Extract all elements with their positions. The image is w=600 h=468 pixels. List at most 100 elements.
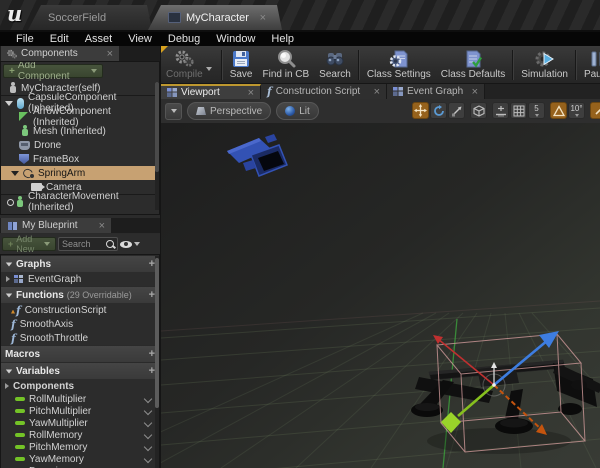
chevron-down-icon [91,69,97,73]
menu-debug[interactable]: Debug [160,32,208,46]
function-icon: f [11,304,21,317]
rotate-tool-button[interactable] [430,102,447,119]
rotation-snap-button[interactable] [550,102,567,119]
menu-edit[interactable]: Edit [42,32,77,46]
components-scrollbar[interactable] [155,82,159,210]
close-icon[interactable] [248,88,254,98]
menu-file[interactable]: File [8,32,42,46]
search-input[interactable] [59,239,106,249]
surface-snap-button[interactable] [492,102,509,119]
chevron-down-icon[interactable] [144,443,152,451]
variable-yawmemory[interactable]: YawMemory [1,453,159,465]
scale-icon [451,105,463,117]
add-new-button[interactable]: + Add New [2,237,56,251]
chevron-down-icon [171,109,177,113]
expand-arrow-icon[interactable] [11,171,19,176]
tree-item-framebox[interactable]: FrameBox [1,152,159,166]
world-coordinate-button[interactable] [470,102,487,119]
expand-arrow-icon[interactable] [5,101,13,106]
tab-components[interactable]: Components [1,46,119,61]
float-pin-icon [15,457,25,461]
menu-asset[interactable]: Asset [77,32,121,46]
section-functions[interactable]: Functions (29 Overridable) + [1,286,159,303]
pause-button[interactable]: Pause [579,47,600,82]
close-icon[interactable] [260,13,266,23]
tab-event-graph[interactable]: Event Graph [387,84,485,99]
grid-snap-value-button[interactable]: 5 [528,102,545,119]
list-item-eventgraph[interactable]: EventGraph [1,272,159,286]
function-icon: f [11,332,16,345]
lit-button[interactable]: Lit [276,102,319,120]
chevron-down-icon[interactable] [144,455,152,463]
viewport-background[interactable] [161,123,600,468]
viewport-options-button[interactable] [165,103,182,120]
menu-help[interactable]: Help [263,32,302,46]
compile-button[interactable]: Compile [161,47,219,82]
section-variables[interactable]: Variables + [1,362,159,379]
list-item-smoothaxis[interactable]: f SmoothAxis [1,317,159,331]
components-icon [7,49,17,59]
class-settings-button[interactable]: Class Settings [362,47,436,82]
move-tool-button[interactable] [412,102,429,119]
menu-window[interactable]: Window [208,32,263,46]
visibility-filter-button[interactable] [120,241,140,248]
category-components[interactable]: Components [1,379,159,393]
tree-item-arrowcomponent[interactable]: ArrowComponent (Inherited) [1,110,159,124]
rotation-snap-value-button[interactable]: 10° [568,102,585,119]
event-graph-icon [14,275,24,284]
myblueprint-scrollbar[interactable] [155,256,159,468]
scale-snap-button[interactable] [590,102,600,119]
tab-my-blueprint[interactable]: My Blueprint [1,218,111,233]
viewport-icon [167,88,177,97]
tab-viewport[interactable]: Viewport [161,84,261,99]
doc-tab-mycharacter[interactable]: MyCharacter [148,5,282,30]
variable-rollmultiplier[interactable]: RollMultiplier [1,393,159,405]
unreal-editor-window: u SoccerField MyCharacter File Edit Asse… [0,0,600,468]
variable-pitchmultiplier[interactable]: PitchMultiplier [1,405,159,417]
chevron-down-icon[interactable] [206,67,212,71]
chevron-down-icon[interactable] [144,407,152,415]
variable-pitchmemory[interactable]: PitchMemory [1,441,159,453]
chevron-down-icon [575,114,579,117]
section-macros[interactable]: Macros + [1,345,159,362]
cube-icon [473,105,485,117]
variable-rollmemory[interactable]: RollMemory [1,429,159,441]
grid-snap-button[interactable] [510,102,527,119]
scale-tool-button[interactable] [448,102,465,119]
close-icon[interactable] [374,87,380,97]
blueprint-doc-icon [168,12,181,23]
chevron-down-icon[interactable] [144,431,152,439]
chevron-down-icon[interactable] [144,419,152,427]
doc-tab-soccerfield[interactable]: SoccerField [28,5,152,30]
section-graphs[interactable]: Graphs + [1,255,159,272]
save-button[interactable]: Save [225,47,258,82]
rotate-icon [433,105,445,117]
blueprint-toolbar: Compile Save Find in CB [161,46,600,84]
menu-view[interactable]: View [120,32,160,46]
tree-item-charactermovement[interactable]: CharacterMovement (Inherited) [1,195,159,209]
class-defaults-button[interactable]: Class Defaults [436,47,510,82]
close-icon[interactable] [107,49,113,59]
variable-yawmultiplier[interactable]: YawMultiplier [1,417,159,429]
magnifier-icon [275,49,297,69]
viewport-tabrow: Viewport f Construction Script Event Gra… [161,84,600,99]
viewport-toolbar: Perspective Lit [161,99,600,123]
perspective-button[interactable]: Perspective [187,102,271,120]
close-icon[interactable] [99,221,105,231]
viewport-canvas[interactable] [161,123,600,468]
tree-item-springarm[interactable]: SpringArm [1,166,159,180]
list-item-constructionscript[interactable]: f ConstructionScript [1,303,159,317]
collapse-arrow-icon[interactable] [5,383,9,389]
simulation-button[interactable]: Simulation [516,47,573,82]
add-component-button[interactable]: + Add Component [3,64,103,78]
list-item-smooththrottle[interactable]: f SmoothThrottle [1,331,159,345]
tab-construction-script[interactable]: f Construction Script [261,84,387,99]
close-icon[interactable] [472,87,478,97]
lit-sphere-icon [285,106,295,116]
search-button[interactable]: Search [314,47,356,82]
doc-gear-icon [388,49,410,69]
find-in-cb-button[interactable]: Find in CB [257,47,314,82]
collapse-arrow-icon[interactable] [6,276,10,282]
chevron-down-icon[interactable] [144,395,152,403]
tree-item-drone[interactable]: Drone [1,138,159,152]
